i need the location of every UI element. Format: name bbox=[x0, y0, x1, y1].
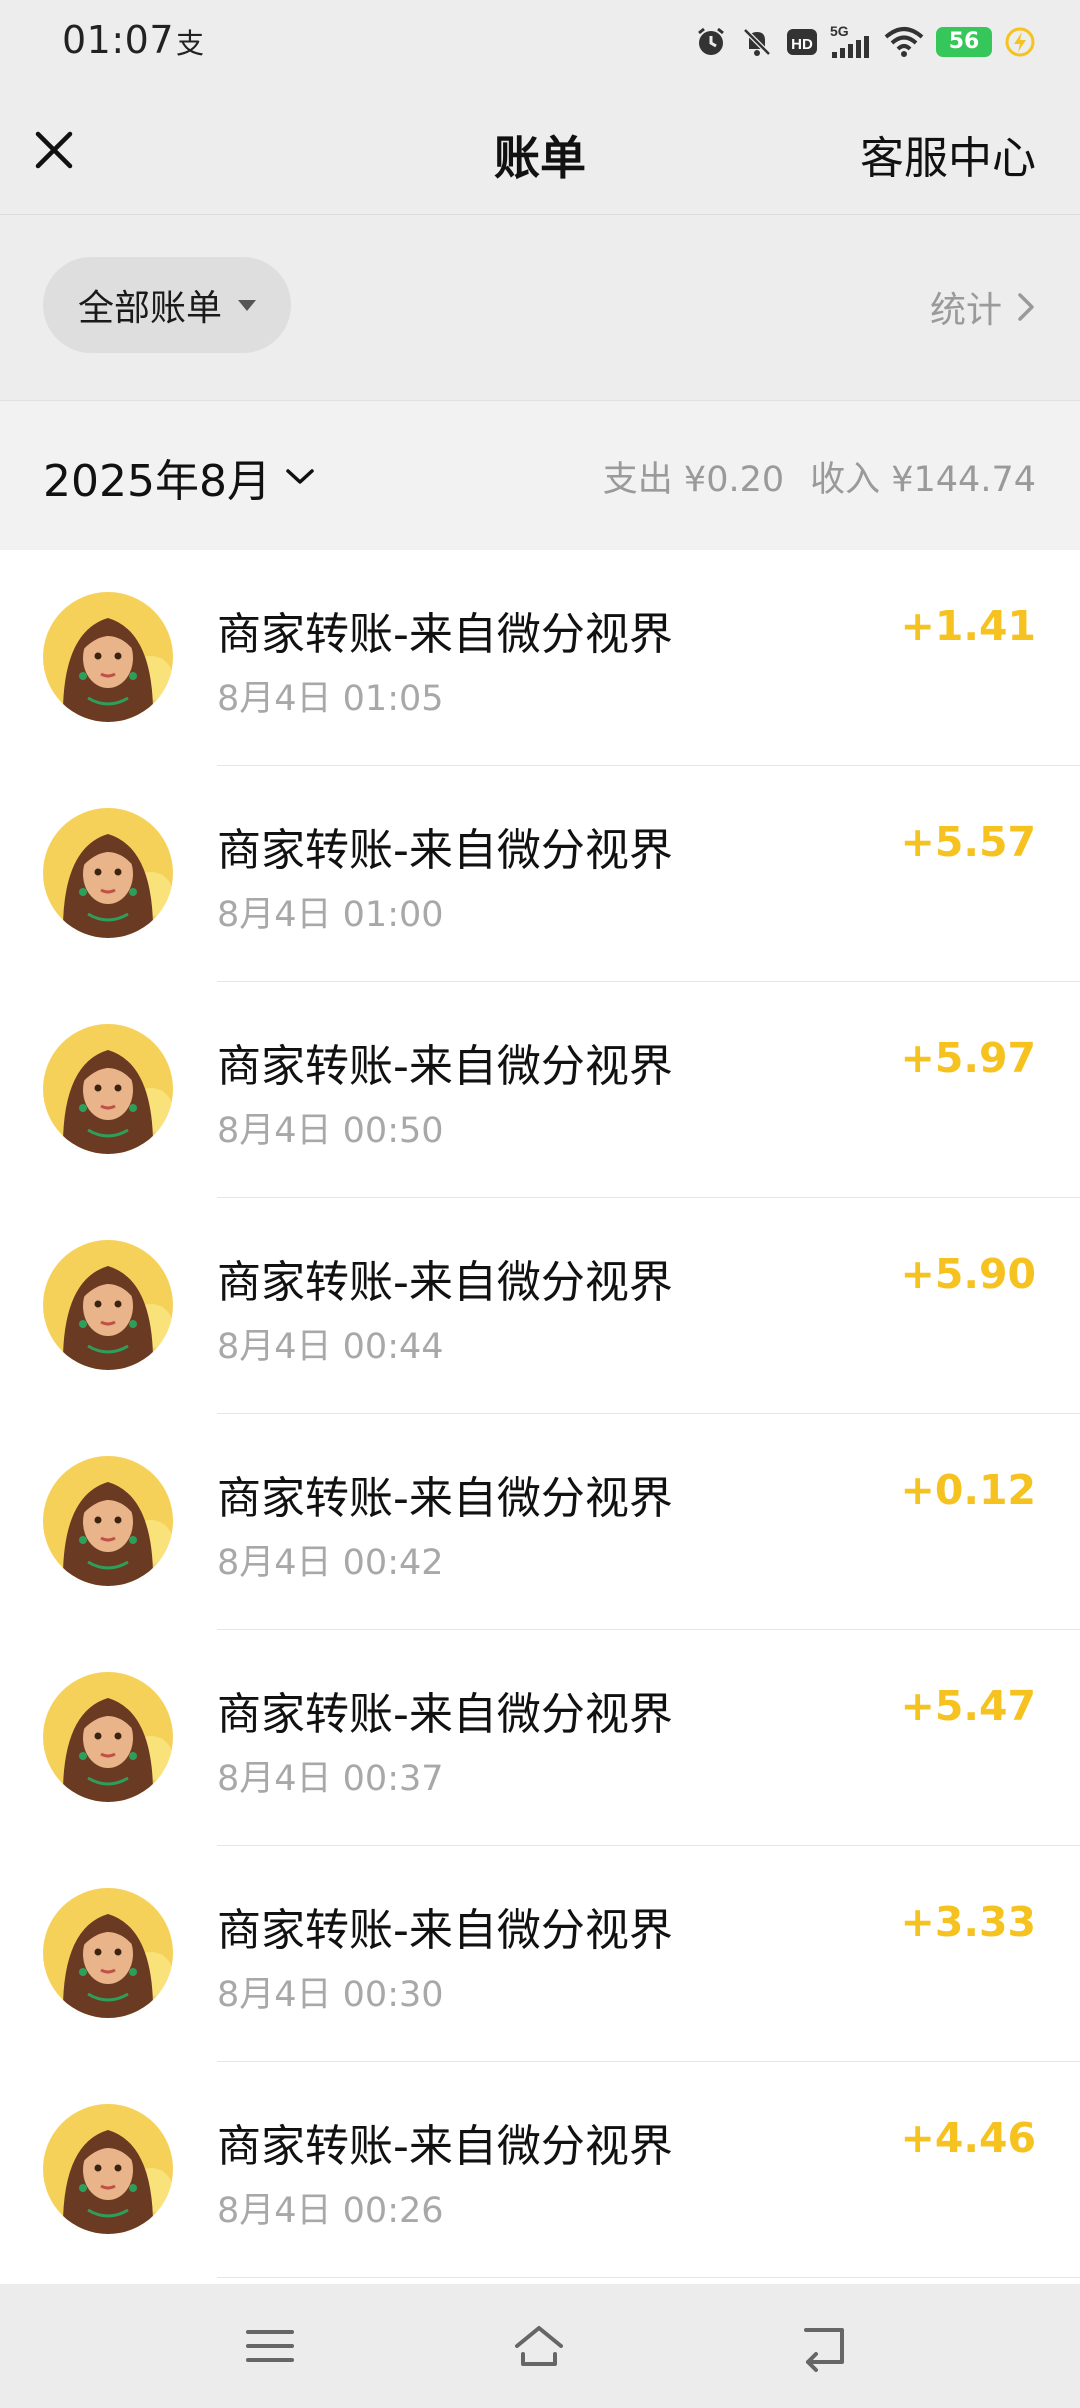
merchant-avatar bbox=[43, 1672, 173, 1802]
app-notification-icon: 支 bbox=[176, 27, 205, 60]
transaction-amount: +4.46 bbox=[900, 2114, 1036, 2162]
transaction-amount: +3.33 bbox=[900, 1898, 1036, 1946]
home-icon[interactable] bbox=[511, 2318, 567, 2374]
transaction-time: 8月4日 00:37 bbox=[217, 1759, 444, 1799]
mute-icon bbox=[743, 28, 771, 56]
filter-label: 全部账单 bbox=[77, 288, 222, 329]
transaction-amount: +0.12 bbox=[900, 1466, 1036, 1514]
transaction-amount: +5.47 bbox=[900, 1682, 1036, 1730]
expense-total: 支出 ¥0.20 bbox=[602, 460, 785, 500]
merchant-avatar bbox=[43, 1024, 173, 1154]
system-nav-bar bbox=[0, 2284, 1080, 2408]
hd-icon: HD bbox=[787, 29, 817, 55]
month-label: 2025年8月 bbox=[43, 456, 271, 507]
divider bbox=[217, 2277, 1080, 2278]
battery-icon: 56 bbox=[936, 27, 992, 57]
transaction-title: 商家转账-来自微分视界 bbox=[217, 1905, 673, 1956]
merchant-avatar bbox=[43, 1456, 173, 1586]
transaction-title: 商家转账-来自微分视界 bbox=[217, 825, 673, 876]
month-selector[interactable]: 2025年8月 bbox=[43, 445, 315, 509]
transaction-title: 商家转账-来自微分视界 bbox=[217, 1473, 673, 1524]
income-total: 收入 ¥144.74 bbox=[810, 460, 1036, 500]
svg-text:5G: 5G bbox=[830, 24, 849, 39]
charging-icon bbox=[1005, 27, 1035, 57]
stats-link[interactable]: 统计 bbox=[930, 281, 1036, 333]
svg-text:HD: HD bbox=[791, 36, 813, 53]
transaction-item[interactable]: 商家转账-来自微分视界 8月4日 01:00 +5.57 bbox=[0, 766, 1080, 982]
transaction-time: 8月4日 01:05 bbox=[217, 679, 444, 719]
back-icon[interactable] bbox=[796, 2318, 852, 2374]
stats-label: 统计 bbox=[929, 290, 1002, 331]
caret-down-icon bbox=[238, 299, 256, 311]
transaction-amount: +5.97 bbox=[900, 1034, 1036, 1082]
chevron-down-icon bbox=[286, 469, 314, 484]
transaction-amount: +5.90 bbox=[900, 1250, 1036, 1298]
month-summary-row: 2025年8月 支出 ¥0.20 收入 ¥144.74 bbox=[0, 400, 1080, 551]
filter-row: 全部账单 统计 bbox=[0, 215, 1080, 399]
all-bills-filter[interactable]: 全部账单 bbox=[43, 257, 291, 353]
transaction-item[interactable]: 商家转账-来自微分视界 8月4日 00:50 +5.97 bbox=[0, 982, 1080, 1198]
status-icons: HD 5G 56 bbox=[694, 20, 1036, 64]
header: 账单 客服中心 bbox=[0, 86, 1080, 215]
status-bar: 01:07 支 HD 5G 56 bbox=[0, 0, 1080, 86]
merchant-avatar bbox=[43, 2104, 173, 2234]
transaction-amount: +1.41 bbox=[900, 602, 1036, 650]
merchant-avatar bbox=[43, 1240, 173, 1370]
transaction-title: 商家转账-来自微分视界 bbox=[217, 1689, 673, 1740]
transaction-time: 8月4日 00:26 bbox=[217, 2191, 444, 2231]
transaction-list: 商家转账-来自微分视界 8月4日 01:05 +1.41 商家转账-来自微分视界… bbox=[0, 550, 1080, 2284]
wifi-icon bbox=[884, 27, 924, 57]
alarm-icon bbox=[698, 27, 724, 55]
transaction-item[interactable]: 商家转账-来自微分视界 8月4日 00:44 +5.90 bbox=[0, 1198, 1080, 1414]
transaction-time: 8月4日 00:44 bbox=[217, 1327, 444, 1367]
transaction-title: 商家转账-来自微分视界 bbox=[217, 609, 673, 660]
transaction-title: 商家转账-来自微分视界 bbox=[217, 1257, 673, 1308]
transaction-item[interactable]: 商家转账-来自微分视界 8月4日 00:42 +0.12 bbox=[0, 1414, 1080, 1630]
customer-service-button[interactable]: 客服中心 bbox=[860, 122, 1036, 186]
transaction-time: 8月4日 00:42 bbox=[217, 1543, 444, 1583]
transaction-time: 8月4日 00:50 bbox=[217, 1111, 444, 1151]
signal-icon: 5G bbox=[830, 24, 869, 58]
transaction-time: 8月4日 00:30 bbox=[217, 1975, 444, 2015]
transaction-item[interactable]: 商家转账-来自微分视界 8月4日 00:30 +3.33 bbox=[0, 1846, 1080, 2062]
menu-icon[interactable] bbox=[242, 2318, 298, 2374]
merchant-avatar bbox=[43, 1888, 173, 2018]
merchant-avatar bbox=[43, 592, 173, 722]
transaction-title: 商家转账-来自微分视界 bbox=[217, 1041, 673, 1092]
chevron-right-icon bbox=[1018, 293, 1034, 321]
status-time: 01:07 bbox=[62, 18, 175, 62]
transaction-time: 8月4日 01:00 bbox=[217, 895, 444, 935]
transaction-title: 商家转账-来自微分视界 bbox=[217, 2121, 673, 2172]
transaction-item[interactable]: 商家转账-来自微分视界 8月4日 01:05 +1.41 bbox=[0, 550, 1080, 766]
transaction-item[interactable]: 商家转账-来自微分视界 8月4日 00:37 +5.47 bbox=[0, 1630, 1080, 1846]
transaction-amount: +5.57 bbox=[900, 818, 1036, 866]
merchant-avatar bbox=[43, 808, 173, 938]
month-totals: 支出 ¥0.20 收入 ¥144.74 bbox=[603, 451, 1036, 502]
transaction-item[interactable]: 商家转账-来自微分视界 8月4日 00:26 +4.46 bbox=[0, 2062, 1080, 2278]
